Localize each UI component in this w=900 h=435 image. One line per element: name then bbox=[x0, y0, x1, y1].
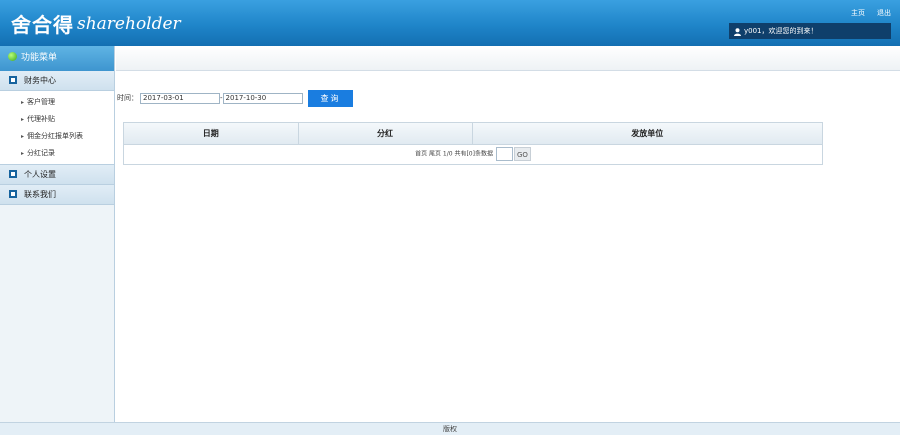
logo-en: shareholder bbox=[77, 13, 181, 34]
go-button[interactable]: GO bbox=[513, 147, 531, 162]
table-header-row: 日期 分红 发放单位 bbox=[124, 123, 822, 145]
sidebar-section-finance[interactable]: 财务中心 bbox=[0, 71, 114, 91]
square-bullet-icon bbox=[9, 189, 17, 198]
dividend-table: 日期 分红 发放单位 首页 尾页 1/0 共有[0]条数据 GO bbox=[123, 122, 823, 165]
home-link[interactable]: 主页 bbox=[851, 9, 865, 17]
user-icon bbox=[734, 26, 741, 36]
square-bullet-icon bbox=[9, 169, 17, 178]
logo: 舍合得 shareholder bbox=[11, 9, 181, 38]
sidebar-item-dividend-records[interactable]: 分红记录 bbox=[0, 145, 114, 162]
logout-link[interactable]: 退出 bbox=[877, 9, 891, 17]
time-label: 时间： bbox=[117, 94, 138, 102]
column-header-issuer: 发放单位 bbox=[472, 123, 822, 145]
top-links: 主页 退出 bbox=[839, 8, 891, 18]
date-filter: 时间： - bbox=[117, 90, 303, 106]
page-number-input[interactable] bbox=[495, 147, 513, 162]
sidebar: 功能菜单 财务中心 客户管理 代理补贴 佣金分红报单列表 分红记录 个人设置 联… bbox=[0, 46, 115, 422]
finance-submenu: 客户管理 代理补贴 佣金分红报单列表 分红记录 bbox=[0, 91, 114, 165]
sidebar-section-label: 联系我们 bbox=[24, 190, 56, 199]
green-ball-icon bbox=[8, 52, 17, 61]
copyright-text: 版权 bbox=[443, 425, 457, 433]
pager-row: 首页 尾页 1/0 共有[0]条数据 GO bbox=[124, 144, 822, 164]
sidebar-item-commission-list[interactable]: 佣金分红报单列表 bbox=[0, 128, 114, 145]
welcome-text: y001，欢迎您的到来！ bbox=[744, 27, 818, 35]
pager: 首页 尾页 1/0 共有[0]条数据 GO bbox=[124, 144, 822, 164]
logo-cn: 舍合得 bbox=[11, 13, 74, 37]
sidebar-section-personal-settings[interactable]: 个人设置 bbox=[0, 165, 114, 185]
query-button[interactable]: 查询 bbox=[308, 90, 353, 107]
pager-text: 首页 尾页 1/0 共有[0]条数据 bbox=[415, 150, 493, 158]
header: 舍合得 shareholder 主页 退出 y001，欢迎您的到来！ bbox=[0, 0, 900, 46]
footer: 版权 bbox=[0, 422, 900, 435]
menu-title: 功能菜单 bbox=[0, 46, 114, 71]
start-date-input[interactable] bbox=[140, 92, 220, 104]
end-date-input[interactable] bbox=[222, 92, 303, 104]
column-header-dividend: 分红 bbox=[298, 123, 473, 145]
sidebar-item-agent-subsidy[interactable]: 代理补贴 bbox=[0, 111, 114, 128]
sidebar-section-label: 个人设置 bbox=[24, 170, 56, 179]
welcome-bar: y001，欢迎您的到来！ bbox=[729, 23, 891, 39]
sidebar-section-contact-us[interactable]: 联系我们 bbox=[0, 185, 114, 205]
breadcrumb-bar bbox=[116, 46, 900, 71]
column-header-date: 日期 bbox=[124, 123, 299, 145]
menu-title-label: 功能菜单 bbox=[21, 53, 58, 63]
sidebar-item-customer-management[interactable]: 客户管理 bbox=[0, 94, 114, 111]
square-bullet-icon bbox=[9, 75, 17, 84]
sidebar-section-label: 财务中心 bbox=[24, 76, 56, 85]
